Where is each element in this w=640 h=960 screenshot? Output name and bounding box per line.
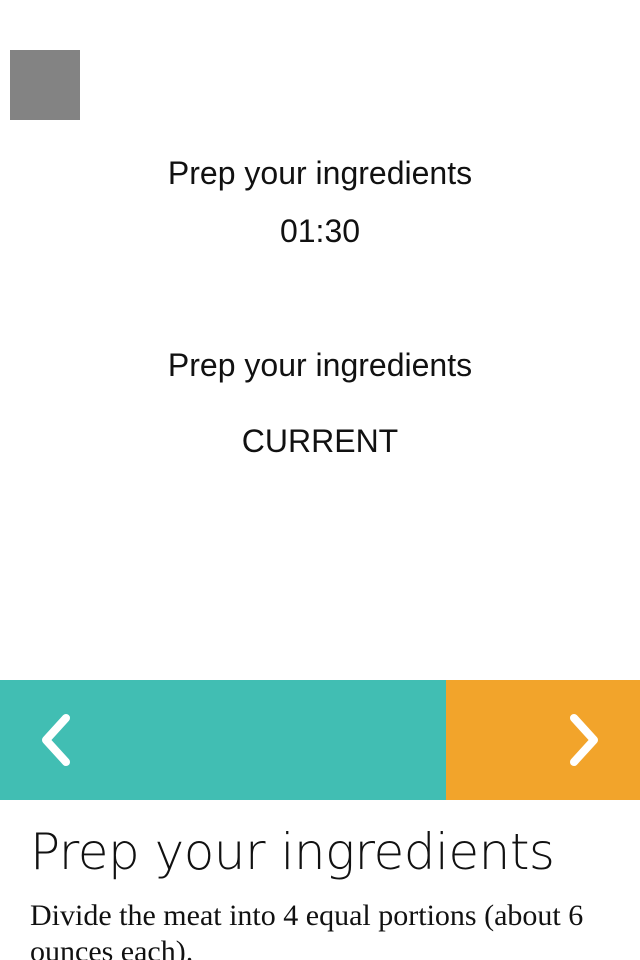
chevron-left-icon	[42, 714, 70, 766]
next-step-button[interactable]	[446, 680, 640, 800]
step-detail-title: Prep your ingredients	[30, 823, 555, 881]
step-detail-panel: Prep your ingredients Divide the meat in…	[0, 800, 640, 960]
previous-step-button[interactable]	[0, 680, 446, 800]
step-thumbnail	[10, 50, 80, 120]
step-timer: 01:30	[279, 213, 361, 249]
step-instructions: Divide the meat into 4 equal portions (a…	[30, 899, 584, 960]
step-navigation-bar	[0, 680, 640, 800]
step-status-label: CURRENT	[241, 423, 399, 459]
chevron-right-icon	[570, 714, 598, 766]
current-step-title: Prep your ingredients	[167, 347, 473, 383]
step-header-title: Prep your ingredients	[167, 155, 473, 191]
